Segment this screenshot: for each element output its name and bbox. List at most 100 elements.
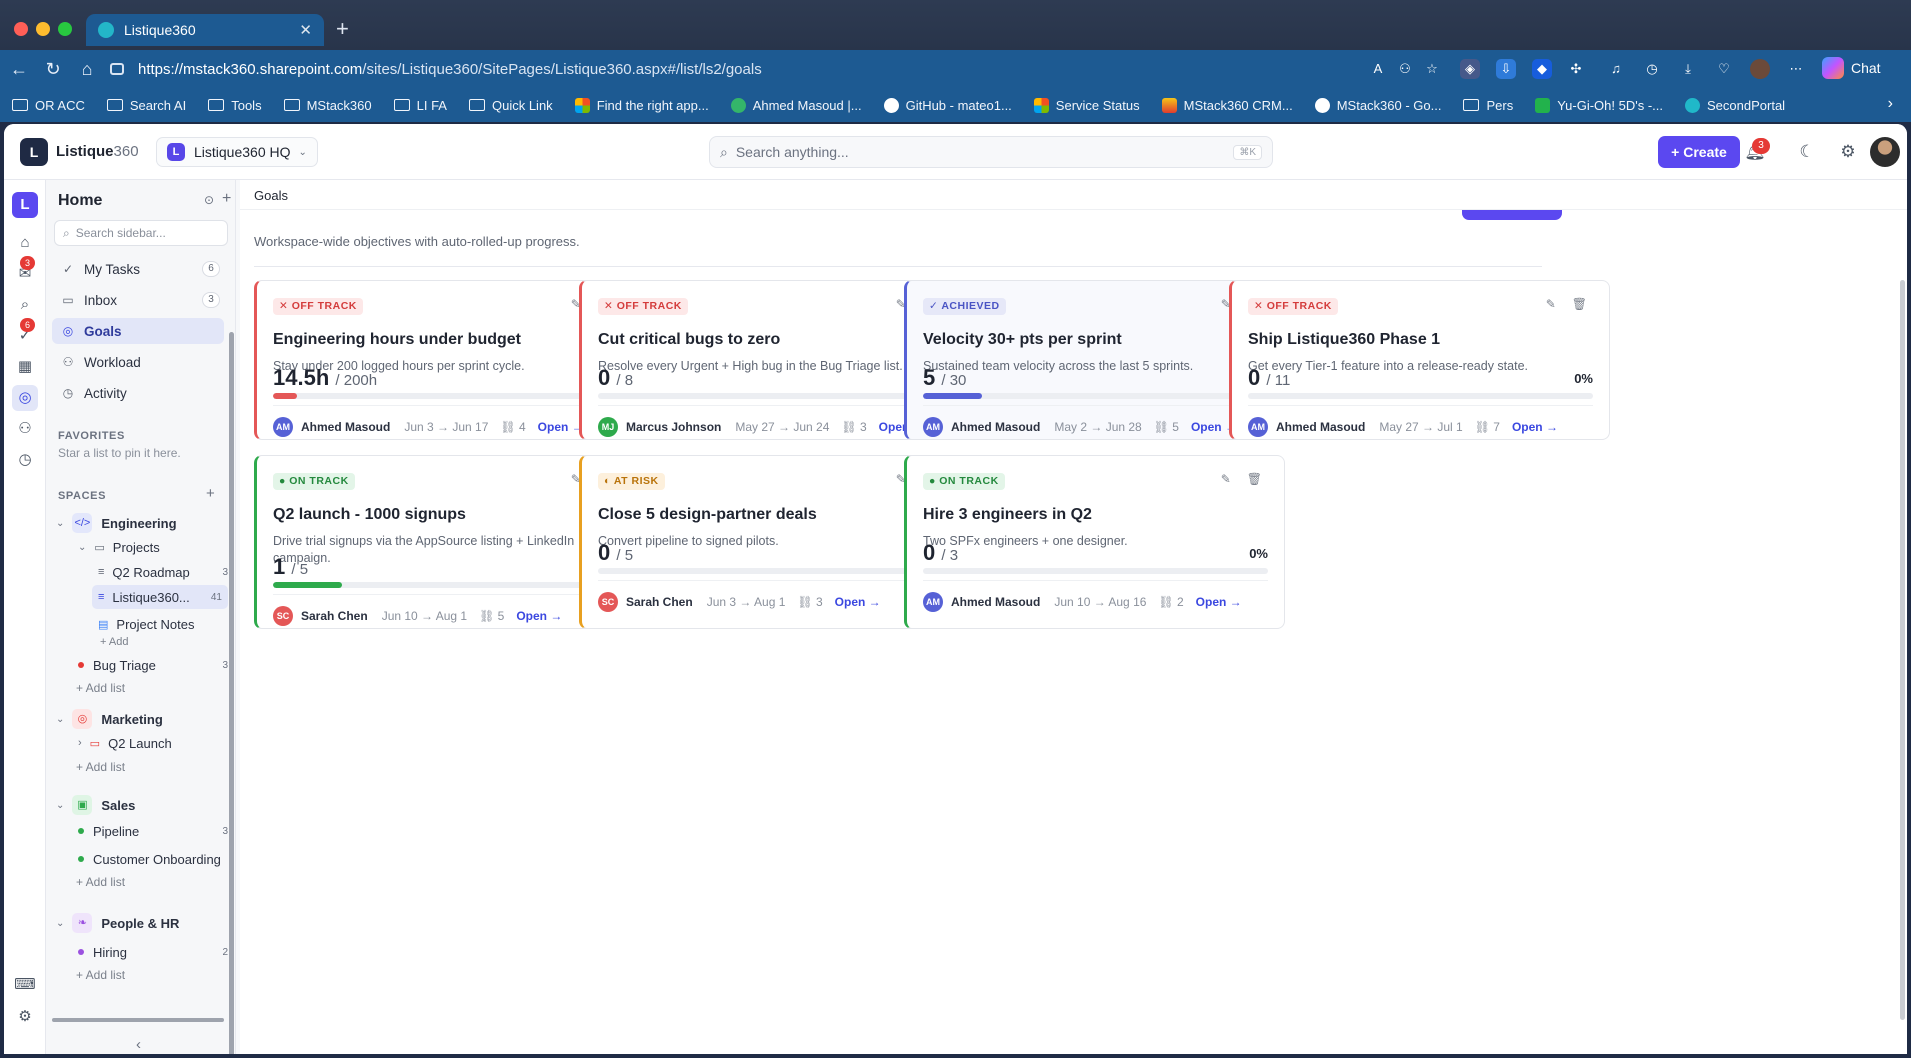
app-logo[interactable]: L [20, 138, 48, 166]
history-icon[interactable]: ◷ [1642, 59, 1662, 79]
favorite-star-icon[interactable]: ☆ [1422, 59, 1442, 79]
delete-trash-icon[interactable]: 🗑︎ [1572, 297, 1587, 311]
add-list-link[interactable]: + Add list [76, 681, 125, 695]
folder-q2-launch[interactable]: › ▭ Q2 Launch [78, 732, 172, 754]
space-people-hr[interactable]: ⌄ ❧ People & HR [56, 912, 179, 934]
sidebar-search-input[interactable]: ⌕ Search sidebar... [54, 220, 228, 246]
pin-icon[interactable]: ⊙ [204, 193, 214, 207]
clock-icon[interactable]: ◷ [12, 447, 38, 473]
extensions-puzzle-icon[interactable]: ✣ [1566, 59, 1586, 79]
folder-projects[interactable]: ⌄ ▭ Projects [78, 536, 160, 558]
open-goal-link[interactable]: Open → [835, 595, 881, 609]
calendar-icon[interactable]: ▦ [12, 354, 38, 380]
add-list-link[interactable]: + Add list [76, 875, 125, 889]
sidebar-item-workload[interactable]: ⚇ Workload [52, 349, 224, 375]
dark-mode-moon-icon[interactable]: ☾ [1794, 139, 1820, 165]
delete-trash-icon[interactable]: 🗑︎ [1247, 472, 1262, 486]
bookmark-folder[interactable]: Pers [1463, 98, 1513, 113]
workspace-switcher[interactable]: L Listique360 HQ ⌄ [156, 137, 318, 167]
list-pipeline[interactable]: Pipeline 3 [78, 820, 228, 842]
bookmark-folder[interactable]: MStack360 [283, 98, 372, 113]
bookmark-folder[interactable]: Search AI [106, 98, 186, 113]
edit-pencil-icon[interactable]: ✎ [1221, 472, 1231, 486]
open-goal-link[interactable]: Open → [1196, 595, 1242, 609]
home-icon[interactable]: ⌂ [72, 59, 102, 80]
minimize-window-button[interactable] [36, 22, 50, 36]
bookmark-folder[interactable]: OR ACC [12, 98, 85, 113]
rail-workspace-logo[interactable]: L [12, 192, 38, 218]
goal-card[interactable]: ✕ OFF TRACK ✎ 🗑︎ Ship Listique360 Phase 1… [1229, 280, 1610, 440]
add-list-link[interactable]: + Add list [76, 968, 125, 982]
list-hiring[interactable]: Hiring 2 [78, 941, 228, 963]
new-goal-button[interactable] [1462, 210, 1562, 220]
bookmark-link[interactable]: Service Status [1033, 97, 1140, 113]
new-tab-button[interactable]: + [336, 16, 349, 42]
sidebar-horizontal-scrollbar[interactable] [52, 1018, 224, 1022]
extension-download-icon[interactable]: ⇩ [1496, 59, 1516, 79]
goal-card[interactable]: ● ON TRACK ✎ 🗑︎ Hire 3 engineers in Q2 Tw… [904, 455, 1285, 629]
close-tab-icon[interactable]: ✕ [299, 21, 312, 39]
edit-pencil-icon[interactable]: ✎ [1546, 297, 1556, 311]
create-button[interactable]: + Create [1658, 136, 1740, 168]
search-icon[interactable]: ⌕ [12, 292, 38, 318]
bookmark-link[interactable]: SecondPortal [1685, 97, 1785, 113]
media-icon[interactable]: ♫ [1606, 59, 1626, 79]
user-avatar[interactable] [1870, 137, 1900, 167]
downloads-icon[interactable]: ⤓ [1678, 59, 1698, 79]
back-arrow-icon[interactable]: ← [4, 59, 34, 80]
bookmarks-overflow-icon[interactable]: › [1888, 95, 1893, 113]
bookmark-link[interactable]: Find the right app... [574, 97, 709, 113]
space-engineering[interactable]: ⌄ </> Engineering [56, 512, 177, 534]
maximize-window-button[interactable] [58, 22, 72, 36]
sidebar-item-activity[interactable]: ◷ Activity [52, 380, 224, 406]
browser-tab[interactable]: Listique360 ✕ [86, 14, 324, 46]
list-customer-onboarding[interactable]: Customer Onboarding [78, 848, 221, 870]
extension-shield-icon[interactable]: ◈ [1460, 59, 1480, 79]
reload-icon[interactable]: ↻ [38, 59, 68, 80]
open-goal-link[interactable]: Open → [1512, 420, 1558, 434]
more-menu-icon[interactable]: ⋯ [1786, 59, 1806, 79]
list-listique360[interactable]: ≡ Listique360... 41 [92, 585, 228, 609]
bookmark-link[interactable]: MStack360 - Go... [1314, 97, 1441, 113]
bookmark-folder[interactable]: Tools [208, 98, 262, 113]
sidebar-item-inbox[interactable]: ▭ Inbox 3 [52, 287, 224, 313]
settings-gear-icon[interactable]: ⚙ [1835, 139, 1861, 165]
add-space-icon[interactable]: + [206, 485, 215, 502]
close-window-button[interactable] [14, 22, 28, 36]
extension-bitwarden-icon[interactable]: ◆ [1532, 59, 1552, 79]
bookmark-folder[interactable]: Quick Link [468, 98, 553, 113]
home-icon[interactable]: ⌂ [12, 230, 38, 256]
profile-switch-icon[interactable]: ⚇ [1395, 59, 1415, 79]
address-bar[interactable]: https://mstack360.sharepoint.com/sites/L… [110, 54, 1430, 84]
goal-card[interactable]: ◐ AT RISK ✎🗑︎ Close 5 design-partner dea… [579, 455, 960, 629]
sidebar-scrollbar[interactable] [229, 332, 234, 1054]
read-aloud-icon[interactable]: A [1368, 59, 1388, 79]
add-list-link[interactable]: + Add list [76, 760, 125, 774]
goal-card[interactable]: ✕ OFF TRACK ✎🗑︎ Engineering hours under … [254, 280, 635, 440]
sidebar-item-goals[interactable]: ◎ Goals [52, 318, 224, 344]
space-sales[interactable]: ⌄ ▣ Sales [56, 794, 135, 816]
add-item-link[interactable]: + Add [100, 636, 128, 648]
open-goal-link[interactable]: Open → [516, 609, 562, 623]
bookmark-link[interactable]: Ahmed Masoud |... [730, 97, 862, 113]
goal-card[interactable]: ● ON TRACK ✎🗑︎ Q2 launch - 1000 signups … [254, 455, 635, 629]
settings-gear-icon[interactable]: ⚙ [12, 1004, 38, 1030]
doc-project-notes[interactable]: ▤ Project Notes [98, 613, 194, 635]
goal-card[interactable]: ✕ OFF TRACK ✎🗑︎ Cut critical bugs to zer… [579, 280, 960, 440]
global-search-input[interactable]: ⌕ Search anything... ⌘K [709, 136, 1273, 168]
people-icon[interactable]: ⚇ [12, 416, 38, 442]
bookmark-link[interactable]: GitHub - mateo1... [883, 97, 1012, 113]
sidebar-item-my-tasks[interactable]: ✓ My Tasks 6 [52, 256, 224, 282]
copilot-chat-button[interactable]: Chat [1822, 57, 1881, 79]
main-scrollbar[interactable] [1900, 280, 1905, 1020]
goal-card[interactable]: ✓ ACHIEVED ✎🗑︎ Velocity 30+ pts per spri… [904, 280, 1285, 440]
open-goal-link[interactable]: Open → [538, 420, 584, 434]
list-bug-triage[interactable]: Bug Triage 3 [78, 654, 228, 676]
bookmark-link[interactable]: MStack360 CRM... [1161, 97, 1293, 113]
bookmark-link[interactable]: Yu-Gi-Oh! 5D's -... [1535, 97, 1663, 113]
list-q2-roadmap[interactable]: ≡ Q2 Roadmap 3 [98, 561, 228, 583]
site-info-icon[interactable] [110, 63, 124, 75]
browser-profile-avatar[interactable] [1750, 59, 1770, 79]
goals-target-icon[interactable]: ◎ [12, 385, 38, 411]
space-marketing[interactable]: ⌄ ◎ Marketing [56, 708, 163, 730]
